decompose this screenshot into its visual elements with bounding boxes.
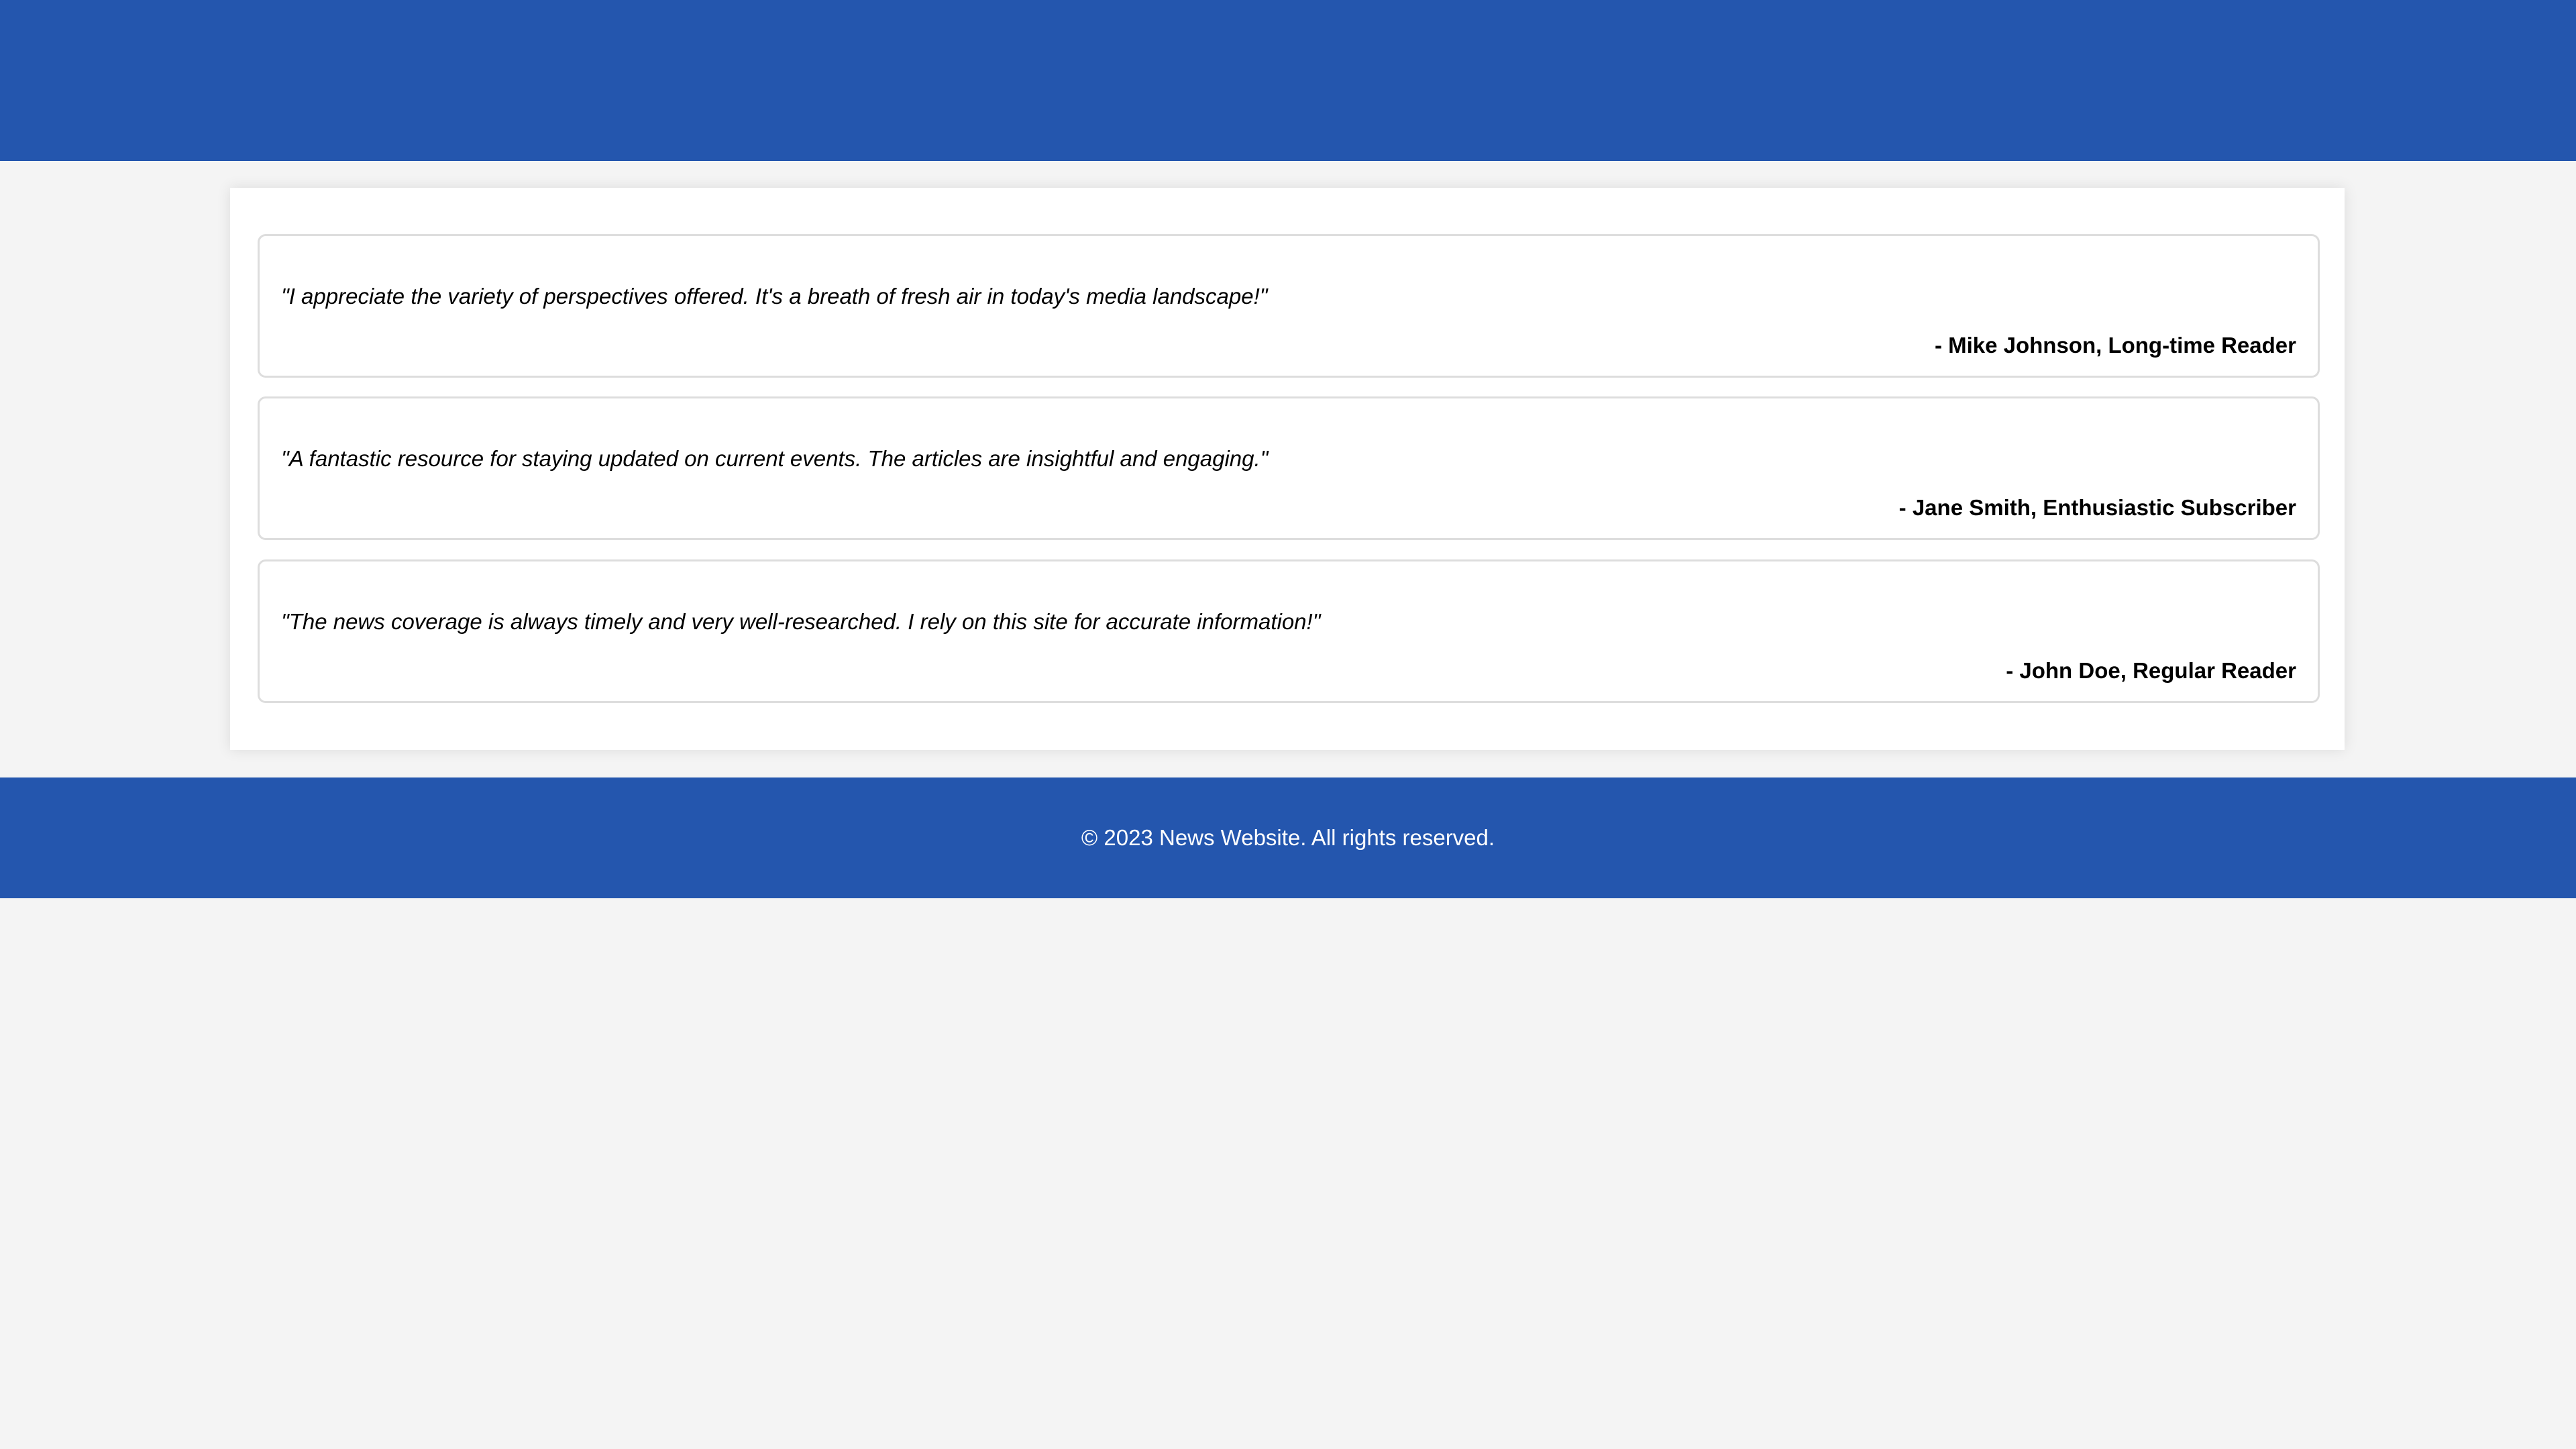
testimonial-author: - John Doe, Regular Reader xyxy=(2006,658,2296,683)
site-header xyxy=(0,0,2576,161)
testimonial-quote: "I appreciate the variety of perspective… xyxy=(281,284,1268,309)
testimonial-author: - Jane Smith, Enthusiastic Subscriber xyxy=(1898,495,2296,520)
footer-copyright: © 2023 News Website. All rights reserved… xyxy=(1081,825,1495,850)
testimonials-section: "I appreciate the variety of perspective… xyxy=(230,188,2345,750)
testimonial-card: "The news coverage is always timely and … xyxy=(258,559,2320,703)
testimonial-author: - Mike Johnson, Long-time Reader xyxy=(1934,333,2296,358)
testimonial-card: "A fantastic resource for staying update… xyxy=(258,396,2320,540)
testimonial-card: "I appreciate the variety of perspective… xyxy=(258,234,2320,378)
testimonial-quote: "A fantastic resource for staying update… xyxy=(281,446,1269,471)
site-footer: © 2023 News Website. All rights reserved… xyxy=(0,777,2576,898)
testimonial-quote: "The news coverage is always timely and … xyxy=(281,609,1321,634)
